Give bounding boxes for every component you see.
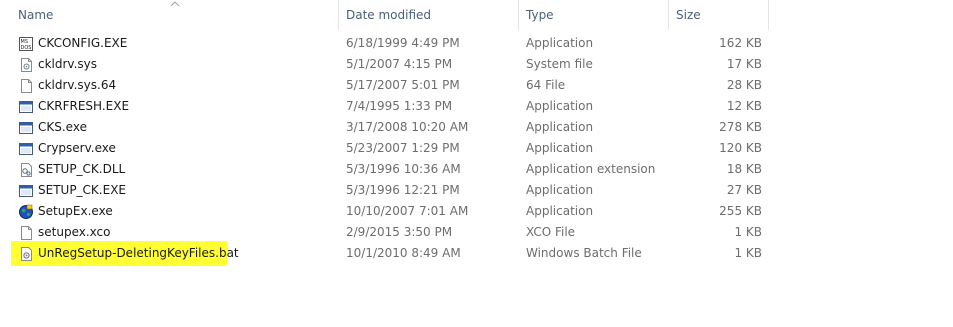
file-name: CKRFRESH.EXE [38,99,130,113]
file-date-modified: 10/1/2010 8:49 AM [346,246,461,260]
file-type: 64 File [526,78,566,92]
window-app-icon [19,185,33,197]
file-size: 17 KB [726,57,762,71]
column-divider[interactable] [338,0,339,30]
file-row[interactable]: Crypserv.exe 5/23/2007 1:29 PM Application… [0,138,953,159]
file-row[interactable]: ckldrv.sys 5/1/2007 4:15 PM System file 17 … [0,54,953,75]
file-name: SETUP_CK.DLL [38,162,126,176]
file-row[interactable]: CKS.exe 3/17/2008 10:20 AM Application 278 … [0,117,953,138]
file-name: UnRegSetup-DeletingKeyFiles.bat [38,246,239,260]
column-header-date-modified[interactable]: Date modified [346,0,516,30]
file-row[interactable]: SETUP_CK.DLL 5/3/1996 10:36 AM Application… [0,159,953,180]
file-type: Application extension [526,162,656,176]
file-row[interactable]: SetupEx.exe 10/10/2007 7:01 AM Application… [0,201,953,222]
dll-file-icon [21,163,32,177]
globe-setup-icon [19,204,33,219]
file-name: Crypserv.exe [38,141,116,155]
file-size: 27 KB [726,183,762,197]
file-name: setupex.xco [38,225,111,239]
file-row[interactable]: setupex.xco 2/9/2015 3:50 PM XCO File 1 KB [0,222,953,243]
file-size: 1 KB [734,246,762,260]
file-size: 18 KB [726,162,762,176]
file-type: Windows Batch File [526,246,642,260]
ms-dos-app-icon: MSDOS [19,37,33,51]
file-type: Application [526,99,594,113]
column-header-size[interactable]: Size [676,0,766,30]
file-explorer: Name Date modified Type Size MS DOS CKCONF… [0,0,953,327]
file-row[interactable]: ckldrv.sys.64 5/17/2007 5:01 PM 64 File 28 … [0,75,953,96]
file-date-modified: 2/9/2015 3:50 PM [346,225,453,239]
file-name: CKCONFIG.EXE [38,36,128,50]
window-app-icon [19,143,33,155]
column-header-name[interactable]: Name [18,0,338,30]
file-date-modified: 5/3/1996 12:21 PM [346,183,460,197]
file-size: 278 KB [719,120,762,134]
file-type: Application [526,183,594,197]
file-date-modified: 7/4/1995 1:33 PM [346,99,453,113]
blank-file-icon [21,226,32,240]
svg-text:DOS: DOS [21,45,32,51]
column-divider[interactable] [518,0,519,30]
file-name: CKS.exe [38,120,87,134]
file-row[interactable]: MS DOS CKCONFIG.EXE 6/18/1999 4:49 PM Applic… [0,33,953,54]
file-row[interactable]: CKRFRESH.EXE 7/4/1995 1:33 PM Application 1… [0,96,953,117]
file-date-modified: 6/18/1999 4:49 PM [346,36,460,50]
file-list: MS DOS CKCONFIG.EXE 6/18/1999 4:49 PM Applic… [0,33,953,266]
file-size: 12 KB [726,99,762,113]
file-size: 162 KB [719,36,762,50]
file-type: Application [526,36,594,50]
file-type: System file [526,57,593,71]
blank-file-icon [21,79,32,93]
window-app-icon [19,122,33,134]
file-size: 28 KB [726,78,762,92]
file-date-modified: 3/17/2008 10:20 AM [346,120,469,134]
file-row[interactable]: SETUP_CK.EXE 5/3/1996 12:21 PM Application… [0,180,953,201]
file-type: Application [526,120,594,134]
file-date-modified: 10/10/2007 7:01 AM [346,204,469,218]
batch-file-icon [21,247,32,261]
window-app-icon [19,101,33,113]
file-size: 120 KB [719,141,762,155]
file-name: SETUP_CK.EXE [38,183,126,197]
file-date-modified: 5/3/1996 10:36 AM [346,162,461,176]
column-divider[interactable] [768,0,769,30]
file-name: ckldrv.sys [38,57,98,71]
file-date-modified: 5/1/2007 4:15 PM [346,57,453,71]
file-size: 1 KB [734,225,762,239]
system-file-icon [21,58,32,72]
file-row[interactable]: UnRegSetup-DeletingKeyFiles.bat 10/1/2010… [0,241,953,266]
file-type: XCO File [526,225,576,239]
column-divider[interactable] [668,0,669,30]
file-date-modified: 5/17/2007 5:01 PM [346,78,460,92]
column-header-bar: Name Date modified Type Size [0,0,953,30]
file-type: Application [526,141,594,155]
file-size: 255 KB [719,204,762,218]
file-date-modified: 5/23/2007 1:29 PM [346,141,460,155]
column-header-type[interactable]: Type [526,0,666,30]
file-name: SetupEx.exe [38,204,113,218]
file-name: ckldrv.sys.64 [38,78,117,92]
file-type: Application [526,204,594,218]
